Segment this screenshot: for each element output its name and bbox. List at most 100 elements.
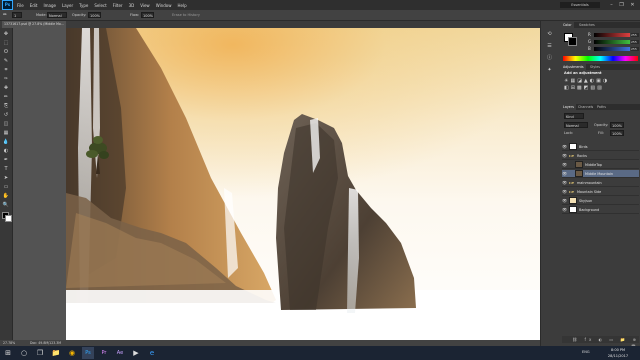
minimize-button[interactable]: –: [607, 1, 616, 9]
tab-swatches[interactable]: Swatches: [577, 22, 597, 28]
info-icon[interactable]: ⓘ: [545, 54, 554, 62]
tool-marquee-icon[interactable]: ⬚: [2, 40, 10, 47]
tab-adjustments[interactable]: Adjustments: [561, 64, 586, 70]
tool-dodge-icon[interactable]: ◐: [2, 148, 10, 155]
edge-icon[interactable]: e: [146, 347, 158, 359]
tab-styles[interactable]: Styles: [588, 64, 602, 70]
color-channel-b-slider[interactable]: [594, 46, 630, 51]
tool-zoom-icon[interactable]: 🔍: [2, 202, 10, 209]
tool-history-brush-icon[interactable]: ↺: [2, 112, 10, 119]
layer-group-folder-icon[interactable]: ▸▰: [569, 153, 575, 158]
tab-paths[interactable]: Paths: [595, 104, 608, 110]
color-channel-r-slider[interactable]: [594, 32, 630, 37]
menu-window[interactable]: Window: [156, 3, 172, 8]
tool-healing-icon[interactable]: ✚: [2, 85, 10, 92]
menu-3d[interactable]: 3D: [129, 3, 135, 8]
adjustment-icons[interactable]: ☀▦◪▲◐▣◑: [564, 78, 609, 84]
premiere-icon[interactable]: Pr: [98, 347, 110, 359]
menu-select[interactable]: Select: [94, 3, 106, 8]
tool-quick-select-icon[interactable]: ✎: [2, 58, 10, 65]
brush-size-picker[interactable]: 1: [12, 12, 22, 18]
color-channel-g-slider[interactable]: [594, 39, 630, 44]
menu-edit[interactable]: Edit: [30, 3, 38, 8]
tool-pen-icon[interactable]: ✒: [2, 157, 10, 164]
document-canvas[interactable]: [66, 28, 542, 345]
tab-channels[interactable]: Channels: [576, 104, 595, 110]
flow-input[interactable]: 100%: [141, 12, 154, 18]
menu-layer[interactable]: Layer: [62, 3, 73, 8]
menu-view[interactable]: View: [140, 3, 150, 8]
layer-blend-mode[interactable]: Normal: [564, 122, 588, 128]
mode-select[interactable]: Normal: [47, 12, 67, 18]
close-button[interactable]: ✕: [628, 1, 637, 9]
layer-actions-bar[interactable]: ⛓ fx ◐ ▭ 📁 ⊕ 🗑: [562, 336, 639, 349]
tool-eraser-icon[interactable]: ◫: [2, 121, 10, 128]
layer-row[interactable]: 👁 ▸▰ mainmountain: [562, 179, 639, 187]
visibility-eye-icon[interactable]: 👁: [562, 198, 567, 203]
layer-row[interactable]: 👁 Middle Mountain: [562, 170, 639, 178]
folder-icon[interactable]: 📁: [50, 347, 62, 359]
maximize-button[interactable]: ❐: [617, 1, 626, 9]
layer-group-folder-icon[interactable]: ▸▰: [569, 180, 575, 185]
search-icon[interactable]: ○: [18, 347, 30, 359]
color-background-swatch[interactable]: [568, 37, 577, 46]
tool-path-select-icon[interactable]: ➤: [2, 175, 10, 182]
tab-layers[interactable]: Layers: [561, 104, 576, 110]
erase-to-history-checkbox[interactable]: Erase to History: [172, 12, 200, 18]
tool-brush-icon[interactable]: ✏: [2, 94, 10, 101]
workspace-select[interactable]: Essentials: [560, 2, 600, 8]
media-icon[interactable]: ▶: [130, 347, 142, 359]
layer-row[interactable]: 👁 ▸▰ Rocks: [562, 152, 639, 160]
visibility-eye-icon[interactable]: 👁: [562, 153, 567, 158]
color-channel-b-value[interactable]: 255: [631, 46, 639, 51]
tool-eyedropper-icon[interactable]: ✑: [2, 76, 10, 83]
visibility-eye-icon[interactable]: 👁: [562, 162, 567, 167]
task-view-icon[interactable]: ❐: [34, 347, 46, 359]
tool-blur-icon[interactable]: 💧: [2, 139, 10, 146]
menu-image[interactable]: Image: [43, 3, 56, 8]
tool-clone-icon[interactable]: ⎘: [2, 103, 10, 110]
layer-group-folder-icon[interactable]: ▸▰: [569, 189, 575, 194]
layer-kind-filter[interactable]: Kind: [564, 113, 584, 119]
layer-opacity-input[interactable]: 100%: [610, 122, 624, 128]
visibility-eye-icon[interactable]: 👁: [562, 180, 567, 185]
visibility-eye-icon[interactable]: 👁: [562, 144, 567, 149]
tool-lasso-icon[interactable]: ʘ: [2, 49, 10, 56]
menu-file[interactable]: File: [17, 3, 24, 8]
system-clock[interactable]: 8:00 PM 28/11/2017: [596, 347, 640, 359]
tool-hand-icon[interactable]: ✋: [2, 193, 10, 200]
windows-start-icon[interactable]: ⊞: [2, 347, 14, 359]
layer-row[interactable]: 👁 ▸▰ Mountain Side: [562, 188, 639, 196]
layer-row[interactable]: 👁 MiddleTop: [562, 161, 639, 169]
tool-gradient-icon[interactable]: ▦: [2, 130, 10, 137]
brush-presets-icon[interactable]: ✦: [545, 66, 554, 74]
menu-type[interactable]: Type: [79, 3, 88, 8]
layer-row[interactable]: 👁 Sky/sun: [562, 197, 639, 205]
tool-rectangle-icon[interactable]: ▭: [2, 184, 10, 191]
brush-icon[interactable]: ✏: [3, 12, 7, 18]
fill-input[interactable]: 100%: [610, 130, 624, 136]
language-indicator[interactable]: ENG: [582, 350, 590, 354]
visibility-eye-icon[interactable]: 👁: [562, 189, 567, 194]
history-icon[interactable]: ⟲: [545, 30, 554, 38]
color-ramp[interactable]: [563, 56, 638, 61]
tool-move-icon[interactable]: ✥: [2, 31, 10, 38]
visibility-eye-icon[interactable]: 👁: [562, 207, 567, 212]
menu-help[interactable]: Help: [177, 3, 186, 8]
background-color-swatch[interactable]: [5, 215, 12, 222]
adjustment-icons-row2[interactable]: ◧⊞▩◩▧▨: [564, 85, 604, 91]
chrome-icon[interactable]: ◉: [66, 347, 78, 359]
color-channel-r-value[interactable]: 255: [631, 32, 639, 37]
opacity-input[interactable]: 100%: [88, 12, 101, 18]
document-tab[interactable]: 13731617.psd @ 27.8% (Middle Mo...: [2, 21, 66, 28]
after-effects-icon[interactable]: Ae: [114, 347, 126, 359]
photoshop-icon[interactable]: Ps: [82, 347, 94, 359]
menu-filter[interactable]: Filter: [113, 3, 123, 8]
visibility-eye-icon[interactable]: 👁: [562, 171, 567, 176]
color-channel-g-value[interactable]: 255: [631, 39, 639, 44]
tab-color[interactable]: Color: [561, 22, 574, 28]
layer-row[interactable]: 👁 Background: [562, 206, 639, 214]
properties-icon[interactable]: ☰: [545, 42, 554, 50]
tool-type-icon[interactable]: T: [2, 166, 10, 173]
tool-crop-icon[interactable]: ⌗: [2, 67, 10, 74]
